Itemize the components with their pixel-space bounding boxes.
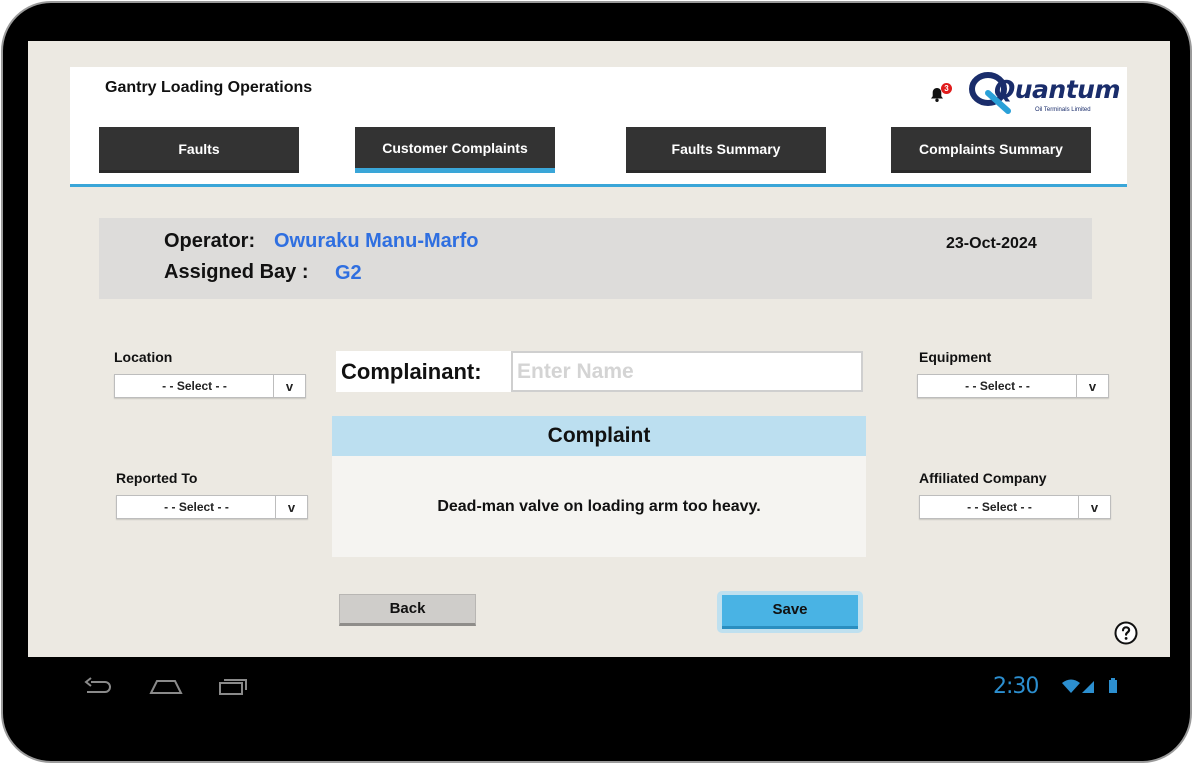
tab-faults-summary[interactable]: Faults Summary <box>626 127 826 173</box>
help-icon[interactable] <box>1114 621 1138 645</box>
assigned-bay-label: Assigned Bay : <box>164 261 309 283</box>
affiliated-company-select-value: - - Select - - <box>967 500 1032 514</box>
reported-to-label: Reported To <box>116 470 198 486</box>
save-button-label: Save <box>722 595 858 629</box>
complainant-label: Complainant: <box>341 359 482 384</box>
chevron-down-icon[interactable]: v <box>275 496 307 518</box>
equipment-select-value: - - Select - - <box>965 379 1030 393</box>
complainant-name-input[interactable] <box>511 351 863 392</box>
tab-complaints-summary[interactable]: Complaints Summary <box>891 127 1091 173</box>
complaint-header: Complaint <box>332 416 866 456</box>
affiliated-company-label: Affiliated Company <box>919 470 1047 486</box>
status-clock: 2:30 <box>993 674 1039 699</box>
signal-icon <box>1082 681 1094 693</box>
app-screen: Gantry Loading Operations 3 Quantum Oil … <box>28 41 1170 657</box>
home-nav-icon[interactable] <box>148 677 184 697</box>
location-label: Location <box>114 349 173 365</box>
tablet-frame: Gantry Loading Operations 3 Quantum Oil … <box>1 1 1192 763</box>
back-button[interactable]: Back <box>339 594 476 626</box>
chevron-down-icon[interactable]: v <box>1076 375 1108 397</box>
wifi-icon <box>1062 679 1080 693</box>
location-select[interactable]: - - Select - - v <box>114 374 306 398</box>
assigned-bay-value: G2 <box>335 262 362 284</box>
operator-name: Owuraku Manu-Marfo <box>274 230 479 252</box>
current-date: 23-Oct-2024 <box>946 235 1037 252</box>
operator-label: Operator: <box>164 230 256 252</box>
back-nav-icon[interactable] <box>83 677 115 697</box>
reported-to-select[interactable]: - - Select - - v <box>116 495 308 519</box>
logo-subtext: Oil Terminals Limited <box>1035 107 1091 113</box>
logo-text: Quantum <box>994 75 1121 104</box>
reported-to-select-value: - - Select - - <box>164 500 229 514</box>
battery-icon <box>1109 680 1117 693</box>
tab-faults[interactable]: Faults <box>99 127 299 173</box>
chevron-down-icon[interactable]: v <box>273 375 305 397</box>
header-divider <box>70 184 1127 187</box>
recent-apps-icon[interactable] <box>216 677 248 697</box>
equipment-label: Equipment <box>919 349 992 365</box>
location-select-value: - - Select - - <box>162 379 227 393</box>
affiliated-company-select[interactable]: - - Select - - v <box>919 495 1111 519</box>
app-title: Gantry Loading Operations <box>105 79 313 96</box>
status-icons <box>1062 678 1117 693</box>
equipment-select[interactable]: - - Select - - v <box>917 374 1109 398</box>
chevron-down-icon[interactable]: v <box>1078 496 1110 518</box>
save-button[interactable]: Save <box>717 591 863 633</box>
complaint-text[interactable]: Dead-man valve on loading arm too heavy. <box>332 456 866 557</box>
notification-badge: 3 <box>941 83 952 94</box>
tab-customer-complaints[interactable]: Customer Complaints <box>355 127 555 173</box>
